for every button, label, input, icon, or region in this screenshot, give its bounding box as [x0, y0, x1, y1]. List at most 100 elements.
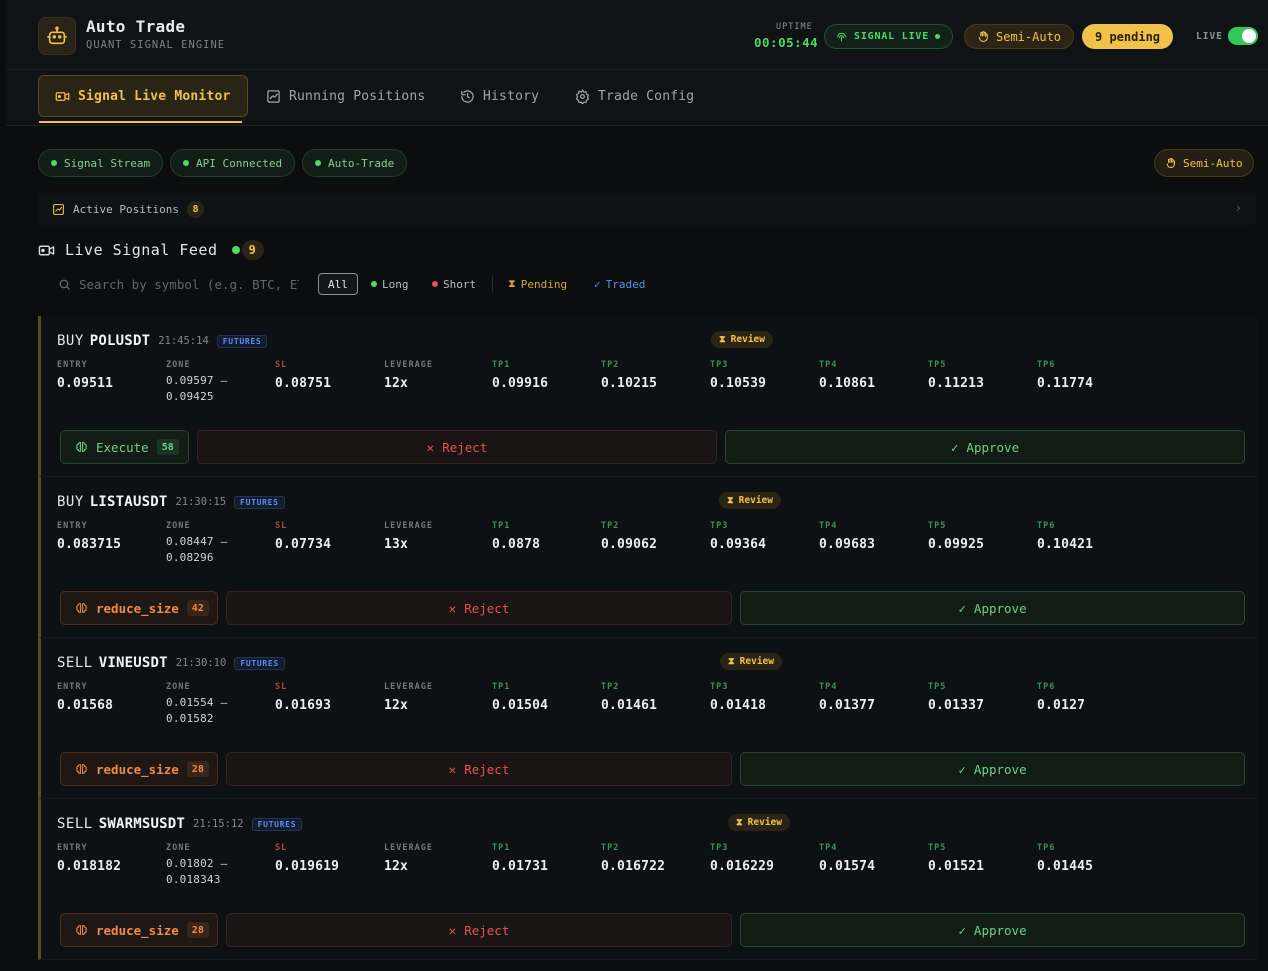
signal-card-header: SELL VINEUSDT 21:30:10 FUTURES — [57, 654, 285, 672]
field-value: 0.018182 — [57, 859, 122, 874]
field-label: TP2 — [601, 521, 620, 531]
field-label: TP4 — [819, 682, 838, 692]
signal-time: 21:30:15 — [175, 496, 227, 508]
field-tp2: TP2 0.09062 — [601, 521, 657, 552]
tab-history[interactable]: History — [444, 76, 555, 116]
field-label: ZONE — [166, 843, 191, 853]
field-value: 0.09062 — [601, 537, 658, 552]
field-entry: ENTRY 0.09511 — [57, 360, 113, 391]
tab-trade-config[interactable]: Trade Config — [559, 76, 710, 116]
mode-pill[interactable]: Semi-Auto — [964, 24, 1075, 49]
action-label: Execute — [96, 439, 149, 455]
zone-high: 0.01802 – — [166, 857, 228, 870]
chevron-right-icon: › — [1234, 201, 1242, 215]
field-label: TP1 — [492, 521, 511, 531]
field-label: TP2 — [601, 843, 620, 853]
signal-card: BUY POLUSDT 21:45:14 FUTURES ⧗ Review ENTRY 0.0… — [38, 316, 1258, 477]
zone-high: 0.01554 – — [166, 696, 228, 709]
tab-label: Running Positions — [289, 88, 426, 104]
field-label: TP3 — [710, 682, 729, 692]
field-tp5: TP5 0.01521 — [928, 843, 984, 874]
field-sl: SL 0.08751 — [275, 360, 331, 391]
action-score: 28 — [186, 922, 209, 938]
robot-logo-icon — [38, 17, 76, 55]
field-value: 0.0878 — [492, 537, 541, 552]
app-title: Auto Trade — [86, 17, 186, 36]
field-label: TP3 — [710, 843, 729, 853]
close-icon: ✕ — [448, 922, 457, 938]
field-label: TP1 — [492, 682, 511, 692]
zone-low: 0.01582 — [166, 712, 214, 725]
pending-count-pill[interactable]: 9 pending — [1082, 24, 1174, 49]
execute-button[interactable]: Execute 58 — [60, 430, 189, 464]
gear-icon — [575, 88, 590, 104]
status-badge: ⧗ Review — [720, 653, 782, 670]
tab-signal-live-monitor[interactable]: Signal Live Monitor — [38, 75, 248, 117]
filter-short[interactable]: Short — [432, 273, 476, 295]
action-score: 58 — [156, 439, 179, 455]
field-label: TP6 — [1037, 521, 1056, 531]
field-tp3: TP3 0.10539 — [710, 360, 766, 391]
field-label: LEVERAGE — [384, 843, 433, 853]
filter-all[interactable]: All — [318, 273, 358, 295]
filter-traded[interactable]: ✓ Traded — [594, 273, 645, 295]
history-icon — [461, 89, 474, 103]
status-badge: ⧗ Review — [719, 492, 781, 509]
field-label: SL — [275, 843, 288, 853]
field-value: 0.01693 — [275, 698, 332, 713]
field-label: SL — [275, 682, 288, 692]
field-tp5: TP5 0.09925 — [928, 521, 984, 552]
reject-button[interactable]: ✕ Reject — [226, 913, 732, 947]
active-positions-bar[interactable]: Active Positions 8 › — [38, 193, 1256, 225]
hourglass-icon: ⧗ — [728, 656, 735, 667]
main-tabs: Signal Live Monitor Running Positions Hi… — [6, 70, 1268, 126]
field-tp3: TP3 0.016229 — [710, 843, 774, 874]
field-value: 13x — [384, 537, 409, 552]
active-positions-label: Active Positions — [73, 202, 179, 216]
approve-button[interactable]: ✓ Approve — [740, 913, 1245, 947]
approve-label: Approve — [973, 922, 1027, 938]
field-value: 0.01445 — [1037, 859, 1094, 874]
filter-long[interactable]: Long — [371, 273, 409, 295]
reduce-size-button[interactable]: reduce_size 42 — [60, 591, 218, 625]
field-label: TP6 — [1037, 682, 1056, 692]
status-badge-label: Review — [739, 656, 774, 667]
mode-chip[interactable]: Semi-Auto — [1154, 149, 1254, 177]
field-value: 0.09511 — [57, 376, 114, 391]
short-dot — [432, 281, 438, 287]
hourglass-icon: ⧗ — [736, 817, 743, 828]
reject-button[interactable]: ✕ Reject — [226, 591, 732, 625]
market-badge: FUTURES — [234, 656, 285, 670]
field-label: TP5 — [928, 682, 947, 692]
field-tp6: TP6 0.10421 — [1037, 521, 1093, 552]
signal-side: BUY — [57, 333, 84, 349]
field-value: 0.07734 — [275, 537, 332, 552]
field-value: 0.016722 — [601, 859, 666, 874]
tab-running-positions[interactable]: Running Positions — [250, 76, 441, 116]
approve-button[interactable]: ✓ Approve — [725, 430, 1245, 464]
field-value: 0.01461 — [601, 698, 658, 713]
action-score: 42 — [186, 600, 209, 616]
reduce-size-button[interactable]: reduce_size 28 — [60, 913, 218, 947]
reduce-size-button[interactable]: reduce_size 28 — [60, 752, 218, 786]
chart-icon — [53, 203, 64, 215]
action-score: 28 — [186, 761, 209, 777]
field-label: TP2 — [601, 682, 620, 692]
signal-symbol: POLUSDT — [89, 333, 151, 349]
reject-button[interactable]: ✕ Reject — [197, 430, 717, 464]
approve-button[interactable]: ✓ Approve — [740, 591, 1245, 625]
approve-button[interactable]: ✓ Approve — [740, 752, 1245, 786]
hand-icon — [1166, 158, 1175, 168]
status-chip-api-connected: API Connected — [170, 149, 296, 177]
search-input[interactable] — [79, 276, 299, 292]
market-badge: FUTURES — [216, 334, 268, 348]
mode-chip-label: Semi-Auto — [1183, 156, 1243, 170]
status-badge: ⧗ Review — [728, 814, 790, 831]
reject-button[interactable]: ✕ Reject — [226, 752, 732, 786]
field-sl: SL 0.019619 — [275, 843, 339, 874]
live-toggle[interactable] — [1228, 27, 1258, 45]
filter-pending[interactable]: ⧗ Pending — [508, 273, 567, 295]
signal-time: 21:30:10 — [175, 657, 227, 669]
video-icon — [38, 245, 55, 255]
field-value: 0.08447 – 0.08296 — [166, 534, 227, 566]
